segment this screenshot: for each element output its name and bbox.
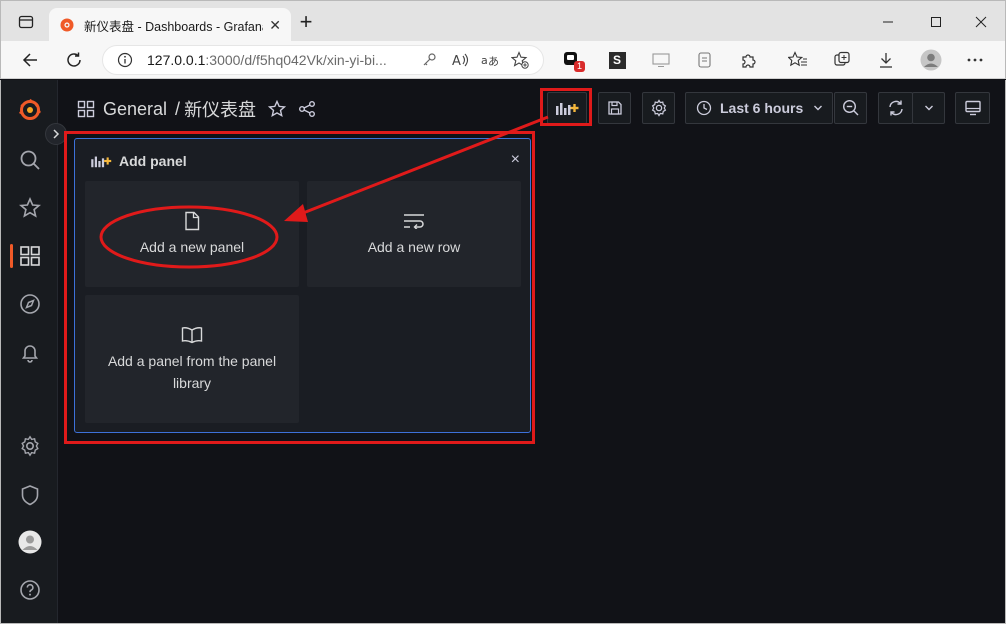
new-tab-icon[interactable]: + — [295, 9, 317, 34]
help-icon[interactable] — [17, 577, 43, 603]
url-host: 127.0.0.1 — [147, 52, 206, 68]
browser-titlebar: 新仪表盘 - Dashboards - Grafana ✕ + — [0, 0, 1006, 42]
extension-screen-icon[interactable] — [650, 49, 672, 71]
extension-s-label: S — [608, 51, 626, 69]
breadcrumb-separator: / — [175, 98, 181, 119]
explore-icon[interactable] — [17, 291, 43, 317]
active-indicator — [10, 244, 13, 268]
search-icon[interactable] — [17, 147, 43, 173]
maximize-icon[interactable] — [925, 11, 947, 33]
alerting-bell-icon[interactable] — [17, 339, 43, 365]
configuration-gear-icon[interactable] — [17, 433, 43, 459]
share-icon[interactable] — [298, 100, 316, 118]
time-range-picker[interactable]: Last 6 hours — [685, 92, 833, 124]
side-menu — [1, 80, 58, 623]
info-icon[interactable] — [117, 52, 133, 68]
dashboards-icon[interactable] — [17, 243, 43, 269]
extension-s-icon[interactable]: S — [606, 49, 628, 71]
save-dashboard-button[interactable] — [598, 92, 631, 124]
svg-text:a: a — [481, 54, 488, 67]
address-bar[interactable]: 127.0.0.1:3000/d/f5hq042Vk/xin-yi-bi... … — [102, 45, 544, 75]
tv-mode-button[interactable] — [955, 92, 990, 124]
tab-close-icon[interactable]: ✕ — [269, 17, 281, 34]
server-admin-shield-icon[interactable] — [17, 482, 43, 508]
save-icon — [607, 101, 622, 115]
back-icon[interactable] — [19, 49, 41, 71]
close-window-icon[interactable] — [970, 11, 992, 33]
add-favorite-icon[interactable] — [511, 51, 529, 69]
tab-actions-icon[interactable] — [15, 11, 37, 33]
collections-icon[interactable] — [831, 49, 853, 71]
zoom-out-button[interactable] — [834, 92, 867, 124]
tab-title: 新仪表盘 - Dashboards - Grafana — [84, 19, 264, 34]
time-range-label: Last 6 hours — [720, 100, 804, 116]
chevron-down-icon — [814, 105, 823, 111]
settings-more-icon[interactable] — [964, 49, 986, 71]
read-aloud-icon[interactable]: A — [451, 52, 469, 68]
dashboard-settings-button[interactable] — [642, 92, 675, 124]
refresh-dashboard-button[interactable] — [878, 92, 913, 124]
gear-icon — [651, 99, 666, 117]
user-avatar-icon[interactable] — [17, 529, 43, 555]
annotation-highlight-add-panel-widget — [64, 131, 535, 444]
extension-badge-icon[interactable]: 1 — [562, 49, 586, 72]
grafana-favicon-icon — [60, 18, 74, 32]
extensions-puzzle-icon[interactable] — [738, 49, 760, 71]
refresh-icon[interactable] — [63, 49, 85, 71]
browser-tab[interactable]: 新仪表盘 - Dashboards - Grafana ✕ — [49, 8, 291, 42]
grafana-logo-icon[interactable] — [17, 97, 43, 123]
breadcrumb: General / 新仪表盘 — [77, 96, 316, 122]
breadcrumb-folder[interactable]: General — [103, 99, 167, 120]
url-path: :3000/d/f5hq042Vk/xin-yi-bi... — [205, 52, 387, 68]
translate-icon[interactable]: aあ — [481, 52, 499, 68]
key-icon[interactable] — [421, 52, 437, 68]
monitor-icon — [964, 100, 981, 116]
svg-text:あ: あ — [488, 55, 499, 68]
profile-avatar-icon[interactable] — [919, 49, 943, 71]
minimize-icon[interactable] — [877, 11, 899, 33]
refresh-interval-dropdown[interactable] — [912, 92, 945, 124]
sync-icon — [888, 100, 903, 116]
clock-icon — [696, 100, 712, 116]
downloads-icon[interactable] — [875, 49, 897, 71]
dashboard-grid-icon — [77, 100, 95, 118]
extension-badge-count: 1 — [574, 61, 586, 72]
svg-text:A: A — [452, 54, 461, 68]
browser-toolbar: 127.0.0.1:3000/d/f5hq042Vk/xin-yi-bi... … — [0, 41, 1006, 79]
zoom-out-icon — [842, 99, 858, 116]
dashboard-title[interactable]: 新仪表盘 — [184, 96, 256, 122]
favorites-icon[interactable] — [787, 49, 809, 71]
star-dashboard-icon[interactable] — [268, 100, 287, 118]
url-text: 127.0.0.1:3000/d/f5hq042Vk/xin-yi-bi... — [147, 52, 387, 68]
starred-icon[interactable] — [17, 195, 43, 221]
chevron-down-icon — [924, 105, 933, 111]
extension-clip-icon[interactable] — [694, 49, 716, 71]
annotation-highlight-add-panel-button — [540, 88, 592, 126]
